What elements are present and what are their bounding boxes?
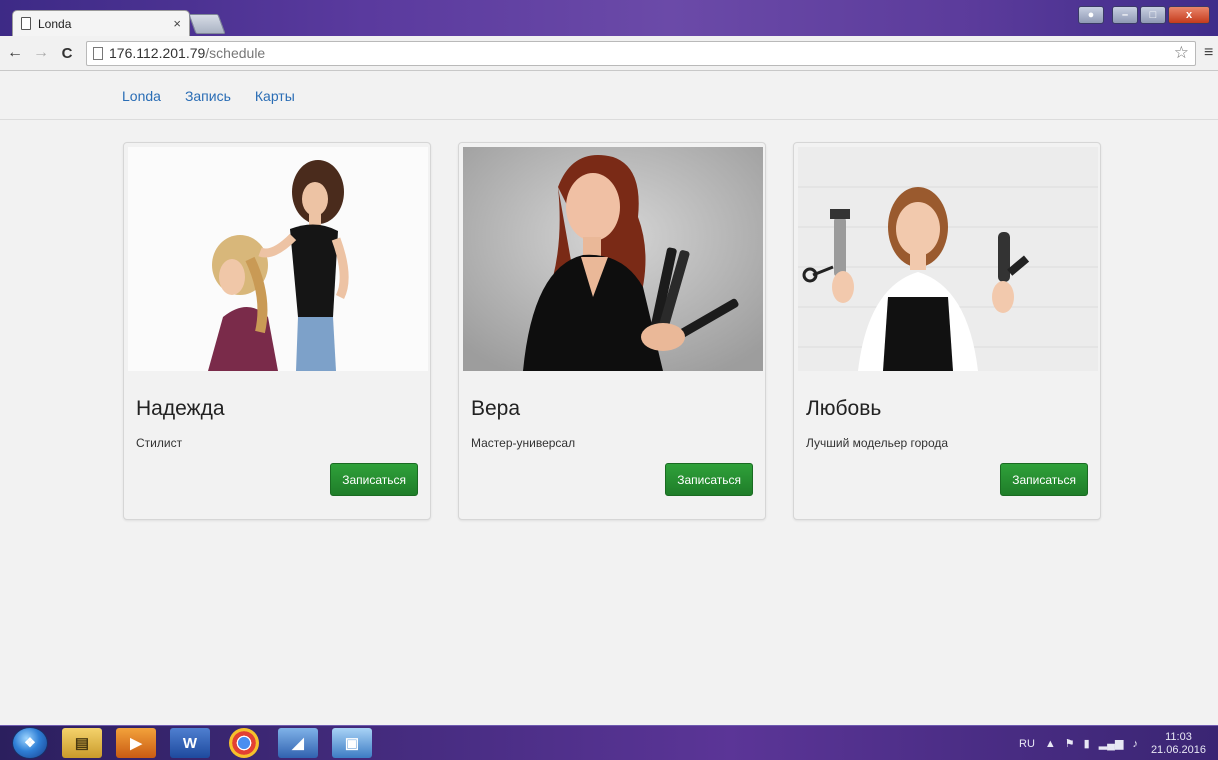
start-button[interactable]: ❖ (12, 727, 48, 759)
media-player-taskbar-icon[interactable]: ▶ (116, 728, 156, 758)
stylist-role: Мастер-универсал (471, 436, 576, 450)
volume-icon[interactable]: ♪ (1132, 738, 1138, 750)
url-text: 176.112.201.79/schedule (109, 45, 1174, 61)
action-center-flag-icon[interactable]: ⚑ (1065, 737, 1075, 750)
close-window-button[interactable]: x (1168, 6, 1210, 24)
bookmark-star-icon[interactable]: ☆ (1174, 43, 1189, 63)
book-button[interactable]: Записаться (1000, 463, 1088, 496)
stylist-card: Любовь Лучший модельер города Записаться (793, 142, 1101, 520)
page-info-icon[interactable] (93, 46, 103, 60)
window-taskbar-icon[interactable]: ▣ (332, 728, 372, 758)
stylist-card: Вера Мастер-универсал Записаться (458, 142, 766, 520)
show-hidden-icons-icon[interactable]: ▲ (1045, 738, 1056, 750)
tab-title: Londa (38, 16, 72, 31)
stylist-card: Надежда Стилист Записаться (123, 142, 431, 520)
explorer-taskbar-icon[interactable]: ▤ (62, 728, 102, 758)
word-taskbar-icon[interactable]: W (170, 728, 210, 758)
app-taskbar-icon[interactable]: ◢ (278, 728, 318, 758)
brand-link[interactable]: Londa (122, 88, 161, 104)
stylist-name: Надежда (136, 397, 225, 420)
stylist-photo (128, 147, 428, 371)
book-button[interactable]: Записаться (665, 463, 753, 496)
url-host: 176.112.201.79 (109, 45, 206, 61)
url-input[interactable]: 176.112.201.79/schedule ☆ (86, 40, 1196, 66)
minimize-button[interactable]: – (1112, 6, 1138, 24)
system-clock[interactable]: 11:03 21.06.2016 (1151, 731, 1206, 757)
address-bar: ← → C 176.112.201.79/schedule ☆ ≡ (0, 36, 1218, 71)
stylist-photo (798, 147, 1098, 371)
reload-icon[interactable]: C (56, 45, 78, 62)
browser-title-bar: Londa × ● – □ x (0, 0, 1218, 36)
stylist-name: Вера (471, 397, 521, 420)
windows-logo-icon: ❖ (24, 735, 36, 750)
browser-tab[interactable]: Londa × (12, 10, 190, 36)
power-icon[interactable]: ▮ (1084, 737, 1090, 750)
stylist-cards: Надежда Стилист Записаться Вера Мастер-у… (123, 142, 1101, 520)
user-profile-icon[interactable]: ● (1078, 6, 1104, 24)
stylist-role: Стилист (136, 436, 183, 450)
nav-link-zapis[interactable]: Запись (185, 88, 231, 104)
stylist-role: Лучший модельер города (806, 436, 949, 450)
nav-link-karty[interactable]: Карты (255, 88, 295, 104)
chrome-taskbar-icon[interactable] (229, 728, 259, 758)
back-arrow-icon[interactable]: ← (4, 44, 26, 62)
stylist-photo (463, 147, 763, 371)
stylist-name: Любовь (806, 397, 882, 420)
language-indicator[interactable]: RU (1019, 738, 1035, 750)
forward-arrow-icon[interactable]: → (30, 44, 52, 62)
window-controls: ● – □ x (1078, 6, 1210, 24)
tab-close-icon[interactable]: × (173, 16, 181, 31)
clock-time: 11:03 (1165, 730, 1192, 743)
page-icon (21, 17, 31, 30)
url-path: /schedule (205, 45, 266, 61)
site-navbar: Londa Запись Карты (0, 72, 1218, 120)
book-button[interactable]: Записаться (330, 463, 418, 496)
new-tab-button[interactable] (188, 14, 226, 34)
windows-taskbar: ❖ ▤ ▶ W ◢ ▣ RU ▲ ⚑ ▮ ▂▄▆ ♪ 11:03 21.06.2… (0, 725, 1218, 760)
maximize-button[interactable]: □ (1140, 6, 1166, 24)
chrome-menu-icon[interactable]: ≡ (1204, 44, 1213, 62)
clock-date: 21.06.2016 (1150, 743, 1206, 756)
system-tray: RU ▲ ⚑ ▮ ▂▄▆ ♪ 11:03 21.06.2016 (1019, 726, 1206, 760)
network-icon[interactable]: ▂▄▆ (1099, 737, 1124, 750)
